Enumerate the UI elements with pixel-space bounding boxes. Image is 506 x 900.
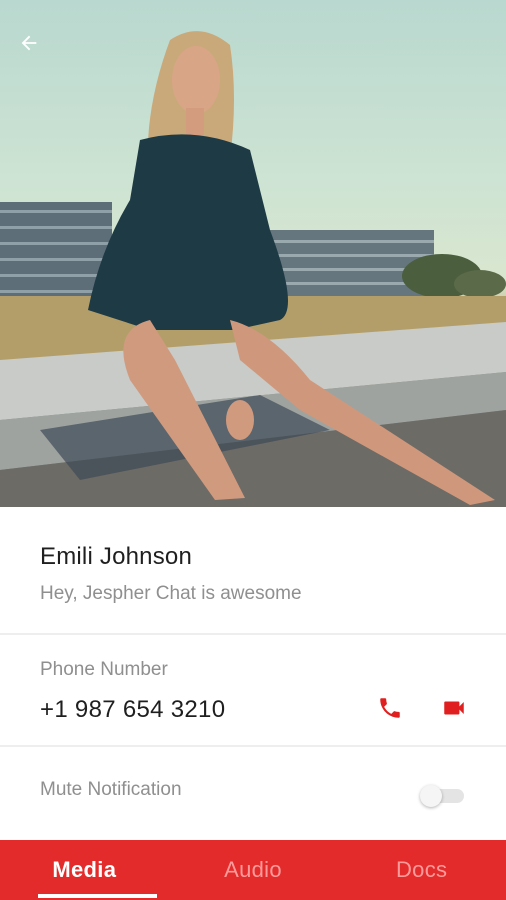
tab-docs-label: Docs <box>395 857 448 882</box>
phone-section: Phone Number +1 987 654 3210 <box>0 635 506 745</box>
phone-label: Phone Number <box>40 659 168 680</box>
toggle-knob <box>420 785 442 807</box>
video-camera-icon <box>444 701 464 715</box>
tab-docs[interactable]: Docs <box>337 840 506 900</box>
tab-bar: Media Audio Docs <box>0 840 506 900</box>
cover-photo-illustration <box>0 31 506 507</box>
tab-audio[interactable]: Audio <box>169 840 338 900</box>
tab-audio-label: Audio <box>224 857 282 882</box>
mute-section: Mute Notification <box>0 747 506 839</box>
phone-number: +1 987 654 3210 <box>40 696 226 723</box>
profile-status: Hey, Jespher Chat is awesome <box>40 583 302 604</box>
active-tab-indicator <box>38 894 157 898</box>
profile-name: Emili Johnson <box>40 543 193 570</box>
arrow-left-icon <box>21 35 37 51</box>
back-button[interactable] <box>18 32 54 68</box>
profile-cover-photo <box>0 0 506 507</box>
profile-info: Emili Johnson Hey, Jespher Chat is aweso… <box>0 507 506 633</box>
voice-call-button[interactable] <box>375 693 405 723</box>
phone-icon <box>380 698 400 718</box>
mute-notification-toggle[interactable] <box>420 785 466 807</box>
tab-media[interactable]: Media <box>0 840 169 900</box>
video-call-button[interactable] <box>438 693 470 723</box>
mute-notification-label: Mute Notification <box>40 779 182 800</box>
tab-media-label: Media <box>52 857 117 882</box>
